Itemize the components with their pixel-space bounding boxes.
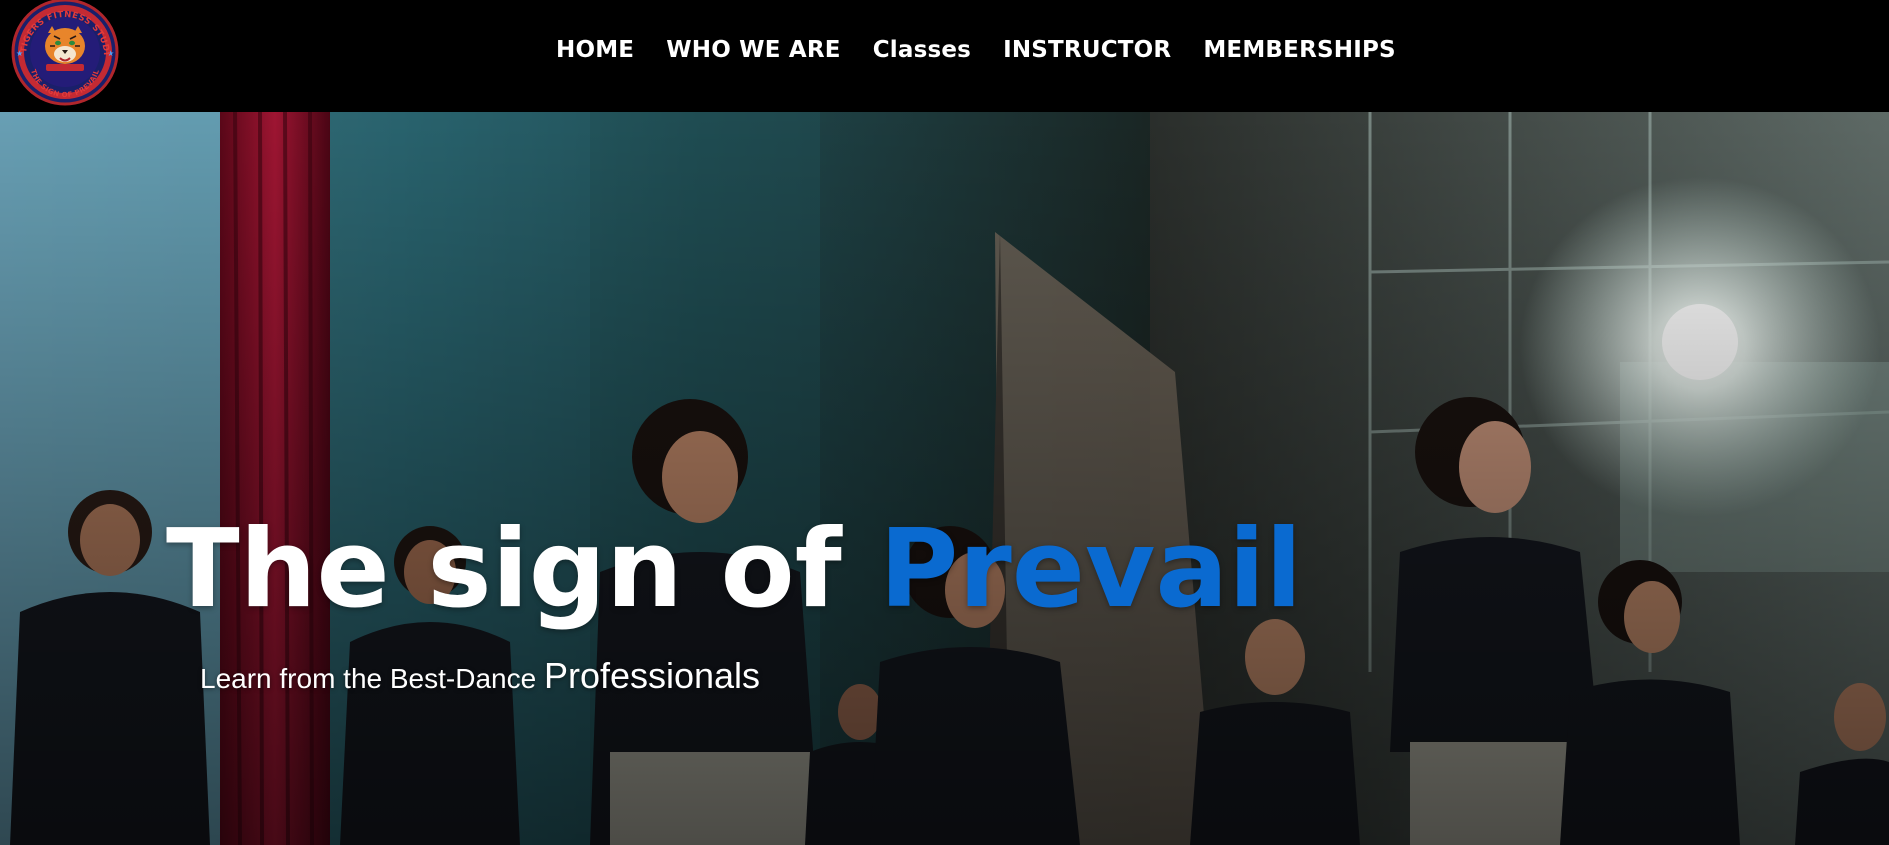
hero-background-image [0,112,1889,845]
nav-who-we-are[interactable]: WHO WE ARE [650,37,857,63]
tiger-logo-icon: ★ ★ X TIGERS FITNESS STUDIO THE SIGN OF … [2,0,119,106]
hero-headline-prefix: The sign of [166,507,880,632]
hero-headline: The sign of Prevail [166,516,1302,624]
main-nav: HOME WHO WE ARE Classes INSTRUCTOR MEMBE… [540,0,1412,100]
hero-subline: Learn from the Best-Dance Professionals [200,655,760,697]
nav-home[interactable]: HOME [540,37,650,63]
nav-instructor[interactable]: INSTRUCTOR [987,37,1187,63]
site-header: ★ ★ X TIGERS FITNESS STUDIO THE SIGN OF … [0,0,1889,112]
nav-classes[interactable]: Classes [857,37,987,63]
hero-headline-accent: Prevail [879,507,1303,632]
hero-subline-part1: Learn from the Best-Dance [200,663,544,694]
page: ★ ★ X TIGERS FITNESS STUDIO THE SIGN OF … [0,0,1889,845]
hero-section: The sign of Prevail Learn from the Best-… [0,112,1889,845]
nav-memberships[interactable]: MEMBERSHIPS [1187,37,1411,63]
site-logo[interactable]: ★ ★ X TIGERS FITNESS STUDIO THE SIGN OF … [2,0,124,112]
hero-subline-part2: Professionals [543,655,761,696]
